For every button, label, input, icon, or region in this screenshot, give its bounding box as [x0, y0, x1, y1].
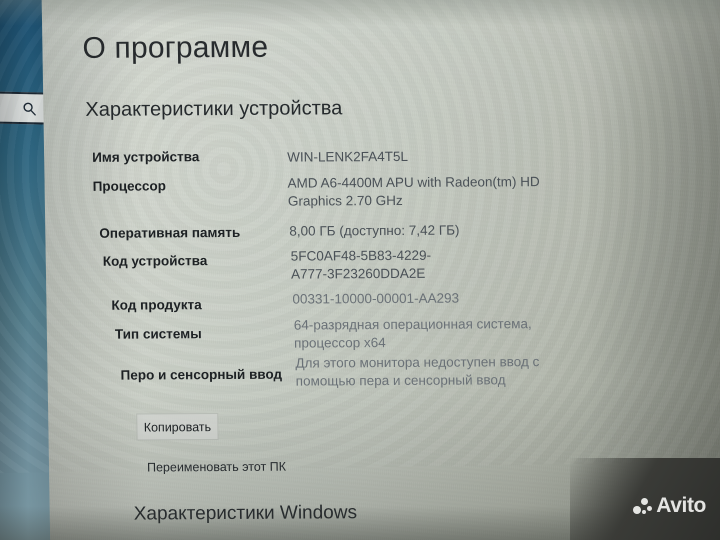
avito-watermark-text: Avito [656, 494, 706, 517]
settings-about-screen: О программе Характеристики устройства Им… [0, 0, 720, 540]
screen-vignette [41, 0, 720, 540]
screenshot-root: О программе Характеристики устройства Им… [0, 0, 720, 540]
avito-logo-icon [633, 497, 653, 515]
avito-watermark: Avito [633, 494, 706, 518]
